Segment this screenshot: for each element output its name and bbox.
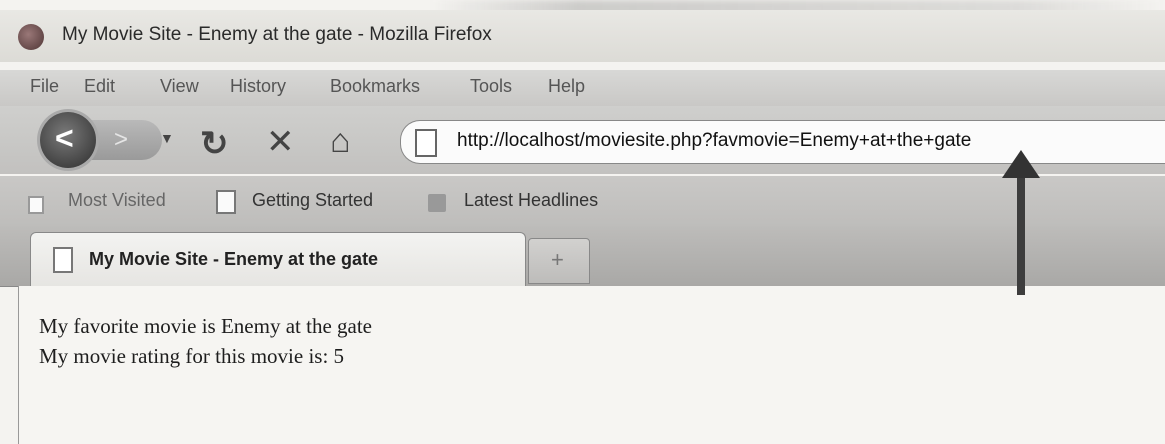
bookmark-most-visited[interactable]: Most Visited [68,190,166,211]
menu-edit[interactable]: Edit [84,76,115,97]
annotation-arrow-icon [1002,150,1040,178]
tab-page-icon [53,247,73,273]
menu-view[interactable]: View [160,76,199,97]
home-icon[interactable]: ⌂ [330,122,351,161]
firefox-icon [18,24,44,50]
movie-rating-text: My movie rating for this movie is: 5 [39,344,345,368]
bookmark-latest-headlines[interactable]: Latest Headlines [464,190,598,211]
tab-active[interactable]: My Movie Site - Enemy at the gate [30,232,526,286]
url-bar[interactable]: http://localhost/moviesite.php?favmovie=… [400,120,1165,164]
reload-icon[interactable]: ↻ [200,124,229,164]
menu-history[interactable]: History [230,76,286,97]
bookmarks-bar: Most Visited Getting Started Latest Head… [0,176,1165,226]
page-content: My favorite movie is Enemy at the gate M… [18,286,1165,444]
menu-file[interactable]: File [30,76,59,97]
menu-tools[interactable]: Tools [470,76,512,97]
back-icon: < [55,120,74,156]
tab-title: My Movie Site - Enemy at the gate [89,249,379,269]
page-icon [415,129,437,157]
rss-icon [428,194,446,212]
back-button[interactable]: < [40,112,96,168]
menu-help[interactable]: Help [548,76,585,97]
history-dropdown-icon[interactable]: ▼ [160,130,174,146]
most-visited-icon [28,196,44,214]
new-tab-button[interactable]: + [528,238,590,284]
menu-bar: File Edit View History Bookmarks Tools H… [0,70,1165,106]
stop-icon[interactable]: ✕ [266,122,295,162]
url-text[interactable]: http://localhost/moviesite.php?favmovie=… [457,130,971,152]
getting-started-icon [216,190,236,214]
plus-icon: + [551,247,564,272]
browser-window: My Movie Site - Enemy at the gate - Mozi… [0,0,1165,444]
forward-icon: > [114,126,129,153]
favorite-movie-text: My favorite movie is Enemy at the gate [39,314,372,338]
menu-bookmarks[interactable]: Bookmarks [330,76,420,97]
bookmark-getting-started[interactable]: Getting Started [252,190,373,211]
title-bar: My Movie Site - Enemy at the gate - Mozi… [0,10,1165,62]
annotation-arrow-shaft [1017,170,1025,295]
window-title: My Movie Site - Enemy at the gate - Mozi… [62,24,492,45]
